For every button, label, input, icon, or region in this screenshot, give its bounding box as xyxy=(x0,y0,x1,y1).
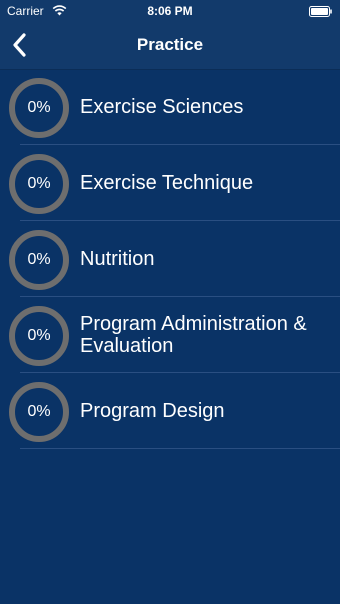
category-label: Exercise Technique xyxy=(80,172,254,194)
category-label: Program Administration & Evaluation xyxy=(80,313,307,357)
list-item-exercise-technique[interactable]: 0% Exercise Technique xyxy=(0,145,340,221)
progress-percent: 0% xyxy=(27,251,51,268)
progress-percent: 0% xyxy=(27,403,51,420)
category-label: Nutrition xyxy=(80,248,155,270)
status-bar: Carrier 8:06 PM xyxy=(0,0,340,22)
category-label: Program Design xyxy=(80,400,225,422)
progress-percent: 0% xyxy=(27,175,51,192)
list-item-program-administration[interactable]: 0% Program Administration & Evaluation xyxy=(0,297,340,373)
status-time: 8:06 PM xyxy=(147,4,193,18)
top-bar: Carrier 8:06 PM Practice xyxy=(0,0,340,70)
list-item-nutrition[interactable]: 0% Nutrition xyxy=(0,221,340,297)
progress-percent: 0% xyxy=(27,99,51,116)
battery-icon xyxy=(309,6,332,17)
page-title: Practice xyxy=(136,35,204,54)
list-item-exercise-sciences[interactable]: 0% Exercise Sciences xyxy=(0,69,340,145)
list-item-program-design[interactable]: 0% Program Design xyxy=(0,373,340,449)
category-list: 0% Exercise Sciences 0% Exercise Techniq… xyxy=(0,69,340,449)
progress-percent: 0% xyxy=(27,327,51,344)
category-label: Exercise Sciences xyxy=(80,96,244,118)
navigation-bar: Practice xyxy=(0,22,340,68)
